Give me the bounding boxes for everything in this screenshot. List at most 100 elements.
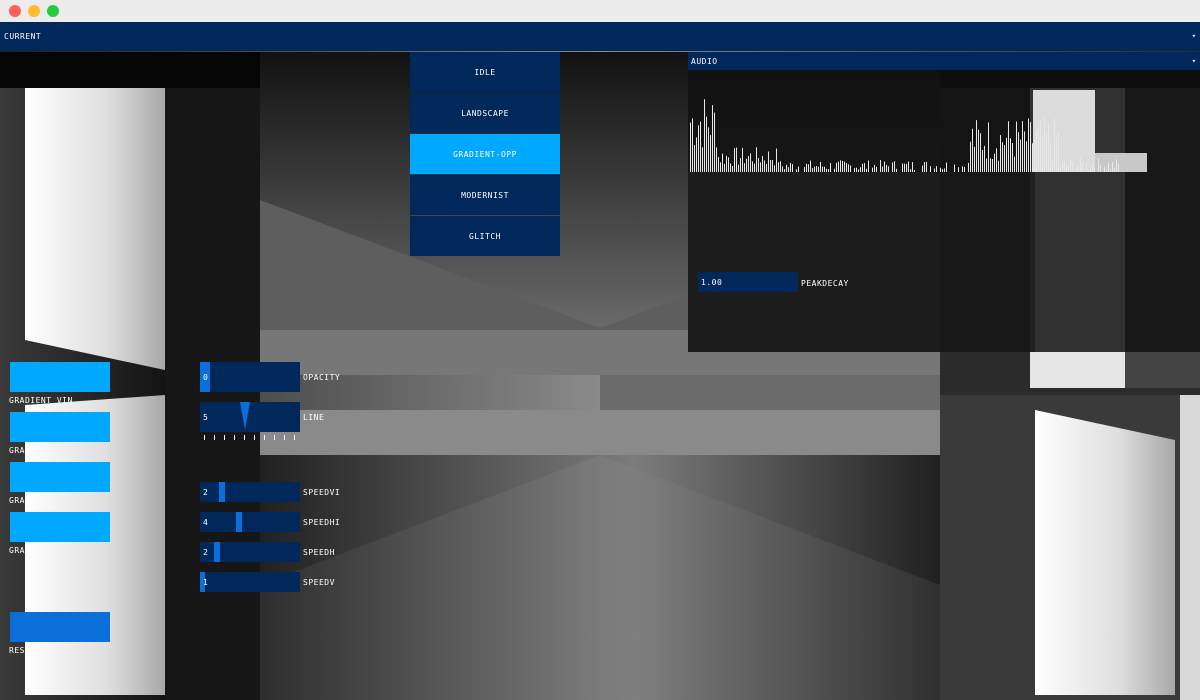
scene-item-glitch[interactable]: GLITCH [410, 216, 560, 256]
spectrum-bar [1058, 132, 1059, 172]
peakdecay-number-box[interactable]: 1.00 [698, 272, 798, 292]
spectrum-bar [726, 155, 727, 172]
spectrum-bar [784, 169, 785, 172]
spectrum-bar [922, 165, 923, 172]
spectrum-bar [924, 162, 925, 172]
speedv-slider[interactable]: 1 [200, 572, 300, 592]
spectrum-bar [1104, 166, 1105, 172]
spectrum-bar [830, 163, 831, 172]
spectrum-bar [1078, 165, 1079, 172]
toggle-button-4[interactable] [10, 512, 110, 542]
spectrum-bar [846, 163, 847, 172]
spectrum-bar [1038, 126, 1039, 172]
spectrum-bar [838, 161, 839, 172]
spectrum-bar [936, 166, 937, 172]
spectrum-bar [1118, 163, 1119, 172]
opacity-label: OPACITY [303, 373, 341, 382]
slider-value: 2 [203, 548, 209, 557]
audio-spectrum-graph [690, 99, 1119, 172]
window-minimize-button[interactable] [28, 5, 40, 17]
spectrum-bar [856, 167, 857, 172]
spectrum-bar [754, 163, 755, 172]
spectrum-bar [758, 158, 759, 172]
spectrum-bar [792, 164, 793, 172]
speedh-slider[interactable]: 2 [200, 542, 300, 562]
toggle-button-2[interactable] [10, 412, 110, 442]
opacity-slider[interactable]: 0 [200, 362, 300, 392]
spectrum-bar [716, 147, 717, 172]
spectrum-bar [958, 167, 959, 172]
toggle-button-gradient-vin[interactable] [10, 362, 110, 392]
spectrum-bar [860, 167, 861, 172]
slider-handle[interactable] [214, 542, 220, 562]
spectrum-bar [748, 155, 749, 172]
spectrum-bar [744, 163, 745, 172]
spectrum-bar [848, 164, 849, 172]
spectrum-bar [968, 162, 969, 172]
spectrum-bar [990, 158, 991, 172]
scene-item-modernist[interactable]: MODERNIST [410, 175, 560, 215]
spectrum-bar [884, 161, 885, 172]
spectrum-bar [706, 116, 707, 172]
chevron-down-icon[interactable]: ▾ [1192, 57, 1196, 65]
toggle-button-3[interactable] [10, 462, 110, 492]
spectrum-bar [790, 162, 791, 172]
speedvi-slider[interactable]: 2 [200, 482, 300, 502]
spectrum-bar [722, 153, 723, 172]
spectrum-bar [980, 133, 981, 172]
spectrum-bar [804, 167, 805, 172]
spectrum-bar [1022, 121, 1023, 172]
spectrum-bar [806, 163, 807, 172]
spectrum-bar [994, 153, 995, 172]
spectrum-bar [1068, 165, 1069, 172]
spectrum-bar [690, 122, 691, 172]
spectrum-bar [1066, 164, 1067, 172]
current-dropdown[interactable]: CURRENT ▾ [0, 22, 1200, 51]
window-zoom-button[interactable] [47, 5, 59, 17]
slider-handle[interactable] [219, 482, 225, 502]
line-label: LINE [303, 413, 325, 422]
button-label: GRA [9, 446, 25, 455]
scene-item-label: IDLE [474, 67, 496, 77]
window-close-button[interactable] [9, 5, 21, 17]
spectrum-bar [1070, 159, 1071, 172]
spectrum-bar [984, 145, 985, 172]
spectrum-bar [1036, 130, 1037, 172]
spectrum-bar [736, 147, 737, 172]
spectrum-bar [1056, 137, 1057, 172]
spectrum-bar [974, 146, 975, 172]
scene-item-landscape[interactable]: LANDSCAPE [410, 93, 560, 133]
current-dropdown-label: CURRENT [4, 32, 42, 41]
speedvi-label: SPEEDVI [303, 488, 341, 497]
scene-item-idle[interactable]: IDLE [410, 52, 560, 92]
spectrum-bar [728, 157, 729, 172]
spectrum-bar [826, 168, 827, 172]
scene-item-label: GLITCH [469, 231, 501, 241]
spectrum-bar [914, 169, 915, 172]
spectrum-bar [940, 167, 941, 172]
spectrum-bar [942, 169, 943, 172]
spectrum-bar [1048, 124, 1049, 172]
spectrum-bar [812, 168, 813, 172]
spectrum-bar [854, 168, 855, 172]
spectrum-bar [1062, 161, 1063, 172]
spectrum-bar [970, 141, 971, 172]
audio-dropdown[interactable]: AUDIO ▾ [688, 52, 1200, 70]
scene-item-gradient-opp[interactable]: GRADIENT-OPP [410, 134, 560, 174]
spectrum-bar [1024, 131, 1025, 172]
spectrum-bar [1064, 161, 1065, 172]
line-slider[interactable]: 5 [200, 402, 300, 432]
spectrum-bar [1042, 137, 1043, 172]
speedhi-slider[interactable]: 4 [200, 512, 300, 532]
triangle-handle-icon[interactable] [239, 402, 251, 432]
slider-handle[interactable] [236, 512, 242, 532]
spectrum-bar [840, 160, 841, 172]
spectrum-bar [774, 165, 775, 172]
spectrum-bar [824, 166, 825, 172]
scene-item-label: LANDSCAPE [461, 108, 509, 118]
reset-button[interactable] [10, 612, 110, 642]
spectrum-bar [862, 163, 863, 172]
spectrum-bar [926, 161, 927, 172]
spectrum-bar [978, 129, 979, 172]
chevron-down-icon[interactable]: ▾ [1192, 32, 1196, 40]
